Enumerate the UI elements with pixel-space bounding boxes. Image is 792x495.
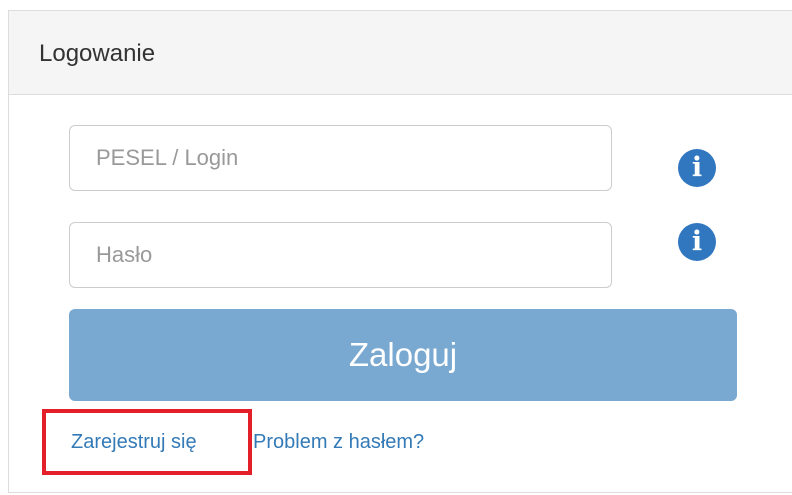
panel-heading: Logowanie (9, 11, 792, 95)
panel-title: Logowanie (39, 40, 156, 67)
login-panel: Logowanie i i Zaloguj Zarejestruj się Pr… (8, 10, 792, 493)
login-button[interactable]: Zaloguj (69, 309, 737, 401)
forgot-password-link[interactable]: Problem z hasłem? (253, 430, 424, 454)
password-info-icon[interactable]: i (678, 223, 716, 261)
register-link[interactable]: Zarejestruj się (71, 430, 197, 454)
login-info-icon[interactable]: i (678, 149, 716, 187)
password-input[interactable] (69, 222, 612, 288)
login-input[interactable] (69, 125, 612, 191)
